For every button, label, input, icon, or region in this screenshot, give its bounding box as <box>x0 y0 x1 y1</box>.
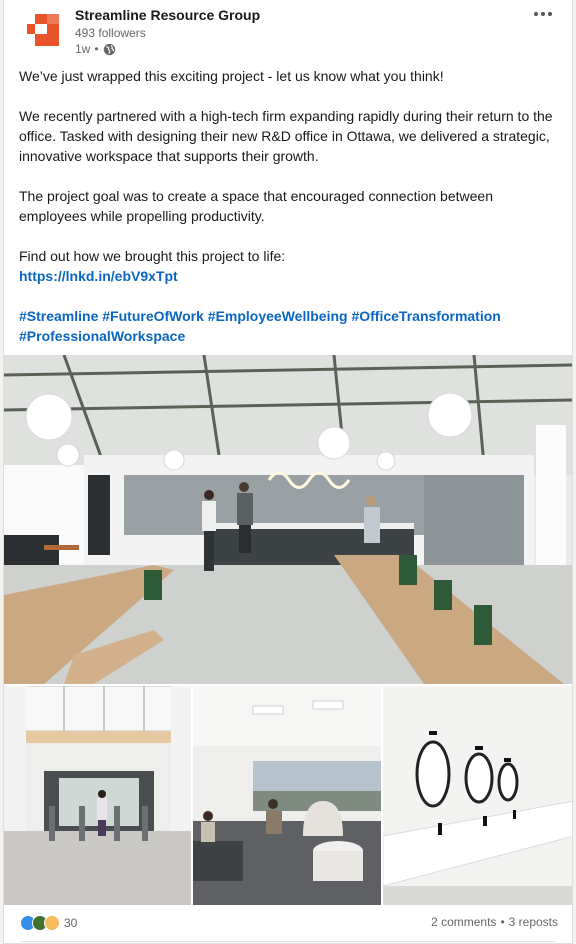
reaction-summary[interactable]: 30 <box>20 915 77 931</box>
stats-separator: • <box>500 915 505 929</box>
more-options-icon[interactable] <box>530 4 556 24</box>
post-paragraph: We recently partnered with a high-tech f… <box>19 108 553 164</box>
reaction-count: 30 <box>64 916 78 930</box>
hashtag-link[interactable]: #ProfessionalWorkspace <box>19 328 185 344</box>
footer-divider <box>20 941 556 942</box>
meta-separator: • <box>94 42 99 56</box>
hashtag-list: #Streamline #FutureOfWork #EmployeeWellb… <box>19 306 559 346</box>
engagement-stats: 2 comments • 3 reposts <box>431 915 558 929</box>
hashtag-link[interactable]: #FutureOfWork <box>102 308 204 324</box>
cta-paragraph: Find out how we brought this project to … <box>19 246 559 286</box>
lounge-photo[interactable] <box>193 686 381 905</box>
post-footer: 30 2 comments • 3 reposts <box>4 908 572 938</box>
comments-link[interactable]: 2 comments <box>431 915 496 929</box>
insightful-icon <box>44 915 60 931</box>
post-header: Streamline Resource Group 493 followers … <box>4 0 572 64</box>
lobby-photo[interactable] <box>4 686 191 905</box>
main-photo[interactable] <box>4 355 572 684</box>
post-body: We’ve just wrapped this exciting project… <box>19 66 559 366</box>
post-meta: 1w • <box>75 42 116 56</box>
globe-icon <box>103 43 116 56</box>
post-age: 1w <box>75 42 91 56</box>
post-card: Streamline Resource Group 493 followers … <box>3 0 573 944</box>
post-link[interactable]: https://lnkd.in/ebV9xTpt <box>19 268 178 284</box>
hashtag-link[interactable]: #OfficeTransformation <box>351 308 500 324</box>
reposts-link[interactable]: 3 reposts <box>509 915 558 929</box>
company-logo-icon[interactable] <box>23 10 67 50</box>
post-paragraph: The project goal was to create a space t… <box>19 188 493 224</box>
follower-count: 493 followers <box>75 26 146 40</box>
company-name-link[interactable]: Streamline Resource Group <box>75 7 260 23</box>
cta-text: Find out how we brought this project to … <box>19 248 286 264</box>
image-gallery <box>4 355 572 905</box>
hashtag-link[interactable]: #Streamline <box>19 308 98 324</box>
post-paragraph: We’ve just wrapped this exciting project… <box>19 68 444 84</box>
hashtag-link[interactable]: #EmployeeWellbeing <box>208 308 348 324</box>
washroom-photo[interactable] <box>383 686 572 905</box>
